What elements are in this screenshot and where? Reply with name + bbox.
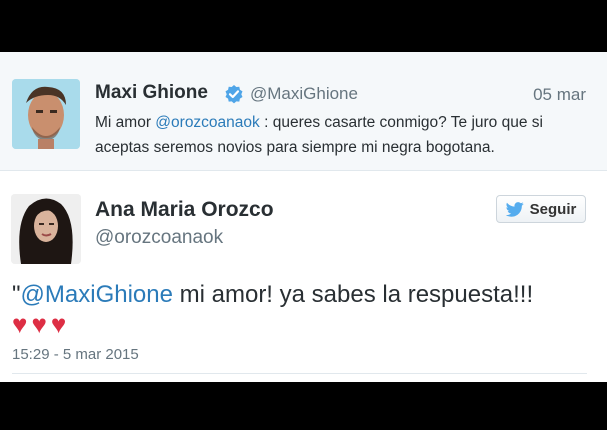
- reply-author-handle[interactable]: @orozcoanaok: [95, 227, 223, 249]
- author-handle[interactable]: @MaxiGhione: [250, 84, 358, 104]
- author-name[interactable]: Maxi Ghione: [95, 82, 208, 104]
- tweet-date[interactable]: 05 mar: [533, 85, 586, 105]
- divider: [12, 373, 587, 374]
- twitter-bird-icon: [505, 201, 524, 217]
- avatar-image: [11, 194, 81, 264]
- quote-mark: ": [12, 281, 21, 308]
- tweet-text-start: Mi amor: [95, 114, 156, 131]
- reply-tweet-text: "@MaxiGhione mi amor! ya sabes la respue…: [12, 280, 592, 310]
- reply-timestamp[interactable]: 15:29 - 5 mar 2015: [12, 346, 139, 363]
- reply-author-name[interactable]: Ana Maria Orozco: [95, 198, 274, 222]
- avatar-maxi-ghione[interactable]: [12, 79, 80, 149]
- tweet-text: Mi amor @orozcoanaok : queres casarte co…: [95, 110, 590, 160]
- heart-icon: ♥: [31, 309, 47, 339]
- follow-button-label: Seguir: [529, 200, 577, 218]
- heart-icon: ♥: [50, 309, 67, 339]
- reply-text-body: mi amor! ya sabes la respuesta!!!: [172, 281, 534, 308]
- original-tweet[interactable]: Maxi Ghione @MaxiGhione 05 mar Mi amor @…: [0, 52, 607, 171]
- tweet-screenshot-frame: Maxi Ghione @MaxiGhione 05 mar Mi amor @…: [0, 52, 607, 382]
- follow-button[interactable]: Seguir: [496, 195, 586, 223]
- verified-badge-icon: [225, 85, 243, 104]
- mention-link[interactable]: @orozcoanaok: [155, 114, 260, 131]
- heart-icon: ♥: [12, 309, 28, 339]
- avatar-image: [12, 79, 80, 149]
- mention-link[interactable]: @MaxiGhione: [21, 281, 173, 308]
- heart-emoji-row: ♥ ♥ ♥: [12, 309, 66, 339]
- avatar-ana-maria-orozco[interactable]: [11, 194, 81, 264]
